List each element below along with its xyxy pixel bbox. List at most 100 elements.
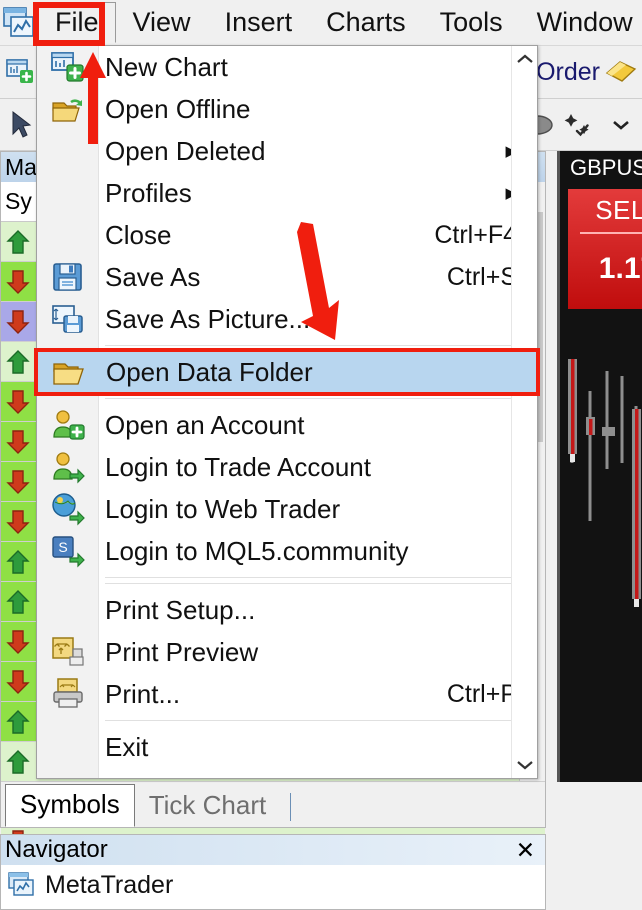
menu-item-label: Close bbox=[105, 219, 172, 250]
user-login-icon bbox=[51, 450, 85, 484]
mql5-login-icon: S bbox=[52, 536, 85, 568]
menu-separator bbox=[105, 345, 525, 346]
close-icon[interactable]: ✕ bbox=[516, 837, 541, 864]
menu-item-label: Profiles bbox=[105, 177, 192, 208]
file-dropdown-menu: New ChartOpen OfflineOpen Deleted▶Profil… bbox=[34, 45, 540, 779]
menu-item-print[interactable]: Print... Ctrl+P bbox=[37, 673, 537, 715]
menu-item-print-setup[interactable]: Print Setup... bbox=[37, 589, 537, 631]
menu-item-label: Open Offline bbox=[105, 93, 251, 124]
save-as-picture-icon bbox=[52, 305, 83, 333]
sell-price: 1.17 bbox=[598, 252, 642, 285]
arrow-down-icon bbox=[5, 269, 31, 295]
printer-icon bbox=[53, 678, 83, 708]
menu-item-profiles[interactable]: Profiles▶ bbox=[37, 172, 537, 214]
annotation-arrow-down bbox=[297, 222, 339, 340]
menu-item-label: Open an Account bbox=[105, 409, 305, 440]
annotation-arrow-up bbox=[80, 52, 106, 144]
autotrading-icon bbox=[564, 113, 589, 136]
market-watch-title: Ma bbox=[5, 153, 37, 180]
sell-divider bbox=[580, 232, 642, 234]
globe-login-icon bbox=[52, 493, 85, 526]
arrow-down-icon bbox=[5, 389, 31, 415]
menu-item-print-preview[interactable]: Print Preview bbox=[37, 631, 537, 673]
arrow-up-icon bbox=[5, 589, 31, 615]
tab-symbols[interactable]: Symbols bbox=[5, 784, 135, 827]
arrow-down-icon bbox=[5, 469, 31, 495]
printer-icon bbox=[51, 677, 85, 711]
mql5-login-icon: S bbox=[51, 534, 85, 568]
menu-item-label: Print Preview bbox=[105, 636, 259, 667]
menu-scroll-up-icon[interactable] bbox=[512, 46, 537, 72]
navigator-root-item[interactable]: MetaTrader bbox=[1, 865, 545, 905]
menu-item-new-chart[interactable]: New Chart bbox=[37, 46, 537, 88]
save-floppy-icon bbox=[53, 263, 82, 291]
symbol-column-label: Sy bbox=[5, 188, 32, 214]
menu-separator bbox=[105, 720, 525, 721]
menu-tools[interactable]: Tools bbox=[423, 2, 520, 44]
menu-item-open-deleted[interactable]: Open Deleted▶ bbox=[37, 130, 537, 172]
arrow-up-icon bbox=[5, 349, 31, 375]
menu-item-close[interactable]: Close Ctrl+F4 bbox=[37, 214, 537, 256]
app-window: w Order Ma Sy Symbols Tick Chart Navigat… bbox=[0, 0, 642, 910]
menu-item-open-an-account[interactable]: Open an Account bbox=[37, 404, 537, 446]
chart-panel: GBPUSD SELL 1.17 bbox=[557, 151, 642, 782]
arrow-down-icon bbox=[5, 309, 31, 335]
chart-header: GBPUSD bbox=[560, 151, 642, 185]
chart-symbol-label: GBPUSD bbox=[570, 155, 642, 180]
menu-insert[interactable]: Insert bbox=[208, 2, 310, 44]
candlestick-chart bbox=[568, 359, 641, 607]
menu-item-label: Login to MQL5.community bbox=[105, 535, 409, 566]
menu-item-save-as-picture[interactable]: Save As Picture... bbox=[37, 298, 537, 340]
arrow-down-icon bbox=[5, 669, 31, 695]
menu-item-login-to-mql5-community[interactable]: S Login to MQL5.community bbox=[37, 530, 537, 572]
print-preview-icon bbox=[51, 635, 85, 669]
tab-text-caret bbox=[290, 793, 292, 821]
menu-item-list: New ChartOpen OfflineOpen Deleted▶Profil… bbox=[34, 46, 540, 768]
menu-item-open-data-folder[interactable]: Open Data Folder bbox=[34, 348, 540, 396]
chevron-down-icon bbox=[613, 120, 629, 130]
menu-file[interactable]: File bbox=[38, 1, 116, 44]
menu-item-open-offline[interactable]: Open Offline bbox=[37, 88, 537, 130]
menu-charts[interactable]: Charts bbox=[309, 2, 423, 44]
menu-item-save-as[interactable]: Save As Ctrl+S bbox=[37, 256, 537, 298]
metatrader-logo-icon bbox=[3, 6, 34, 37]
new-order-gold-icon[interactable] bbox=[600, 51, 642, 93]
menu-scrollbar[interactable] bbox=[511, 46, 537, 778]
svg-text:S: S bbox=[58, 539, 67, 555]
globe-login-icon bbox=[51, 492, 85, 526]
menu-item-label: Exit bbox=[105, 731, 149, 762]
menu-view[interactable]: View bbox=[116, 2, 208, 44]
menu-item-label: Print... bbox=[105, 678, 181, 709]
save-floppy-icon bbox=[51, 260, 85, 294]
menu-item-label: Save As bbox=[105, 261, 201, 292]
menu-item-login-to-web-trader[interactable]: Login to Web Trader bbox=[37, 488, 537, 530]
menu-item-label: New Chart bbox=[105, 51, 228, 82]
navigator-title: Navigator bbox=[5, 836, 108, 863]
menu-item-login-to-trade-account[interactable]: Login to Trade Account bbox=[37, 446, 537, 488]
menu-separator bbox=[105, 577, 525, 578]
arrow-up-icon bbox=[5, 229, 31, 255]
user-add-icon bbox=[51, 408, 85, 442]
tab-tick-chart[interactable]: Tick Chart bbox=[135, 786, 281, 827]
navigator-titlebar: Navigator ✕ bbox=[1, 835, 545, 865]
menu-item-label: Save As Picture... bbox=[105, 303, 311, 334]
open-folder-icon bbox=[53, 363, 84, 385]
sell-label: SELL bbox=[595, 195, 642, 225]
autotrading-button[interactable] bbox=[558, 104, 600, 146]
menu-item-exit[interactable]: Exit bbox=[37, 726, 537, 768]
arrow-down-icon bbox=[5, 629, 31, 655]
menu-item-label: Login to Trade Account bbox=[105, 451, 371, 482]
menu-window[interactable]: Window bbox=[520, 2, 642, 44]
navigator-panel: Navigator ✕ MetaTrader bbox=[0, 834, 546, 910]
menu-scroll-down-icon[interactable] bbox=[512, 752, 537, 778]
print-preview-icon bbox=[52, 637, 84, 666]
menu-item-label: Login to Web Trader bbox=[105, 493, 341, 524]
arrow-up-icon bbox=[5, 549, 31, 575]
toolbar-overflow-button[interactable] bbox=[600, 104, 642, 146]
navigator-root-label: MetaTrader bbox=[45, 870, 174, 899]
menu-item-label: Open Data Folder bbox=[106, 356, 313, 387]
arrow-up-icon bbox=[5, 709, 31, 735]
arrow-down-icon bbox=[5, 429, 31, 455]
sell-button[interactable]: SELL 1.17 bbox=[568, 189, 642, 309]
panel-tabs: Symbols Tick Chart bbox=[0, 782, 546, 828]
